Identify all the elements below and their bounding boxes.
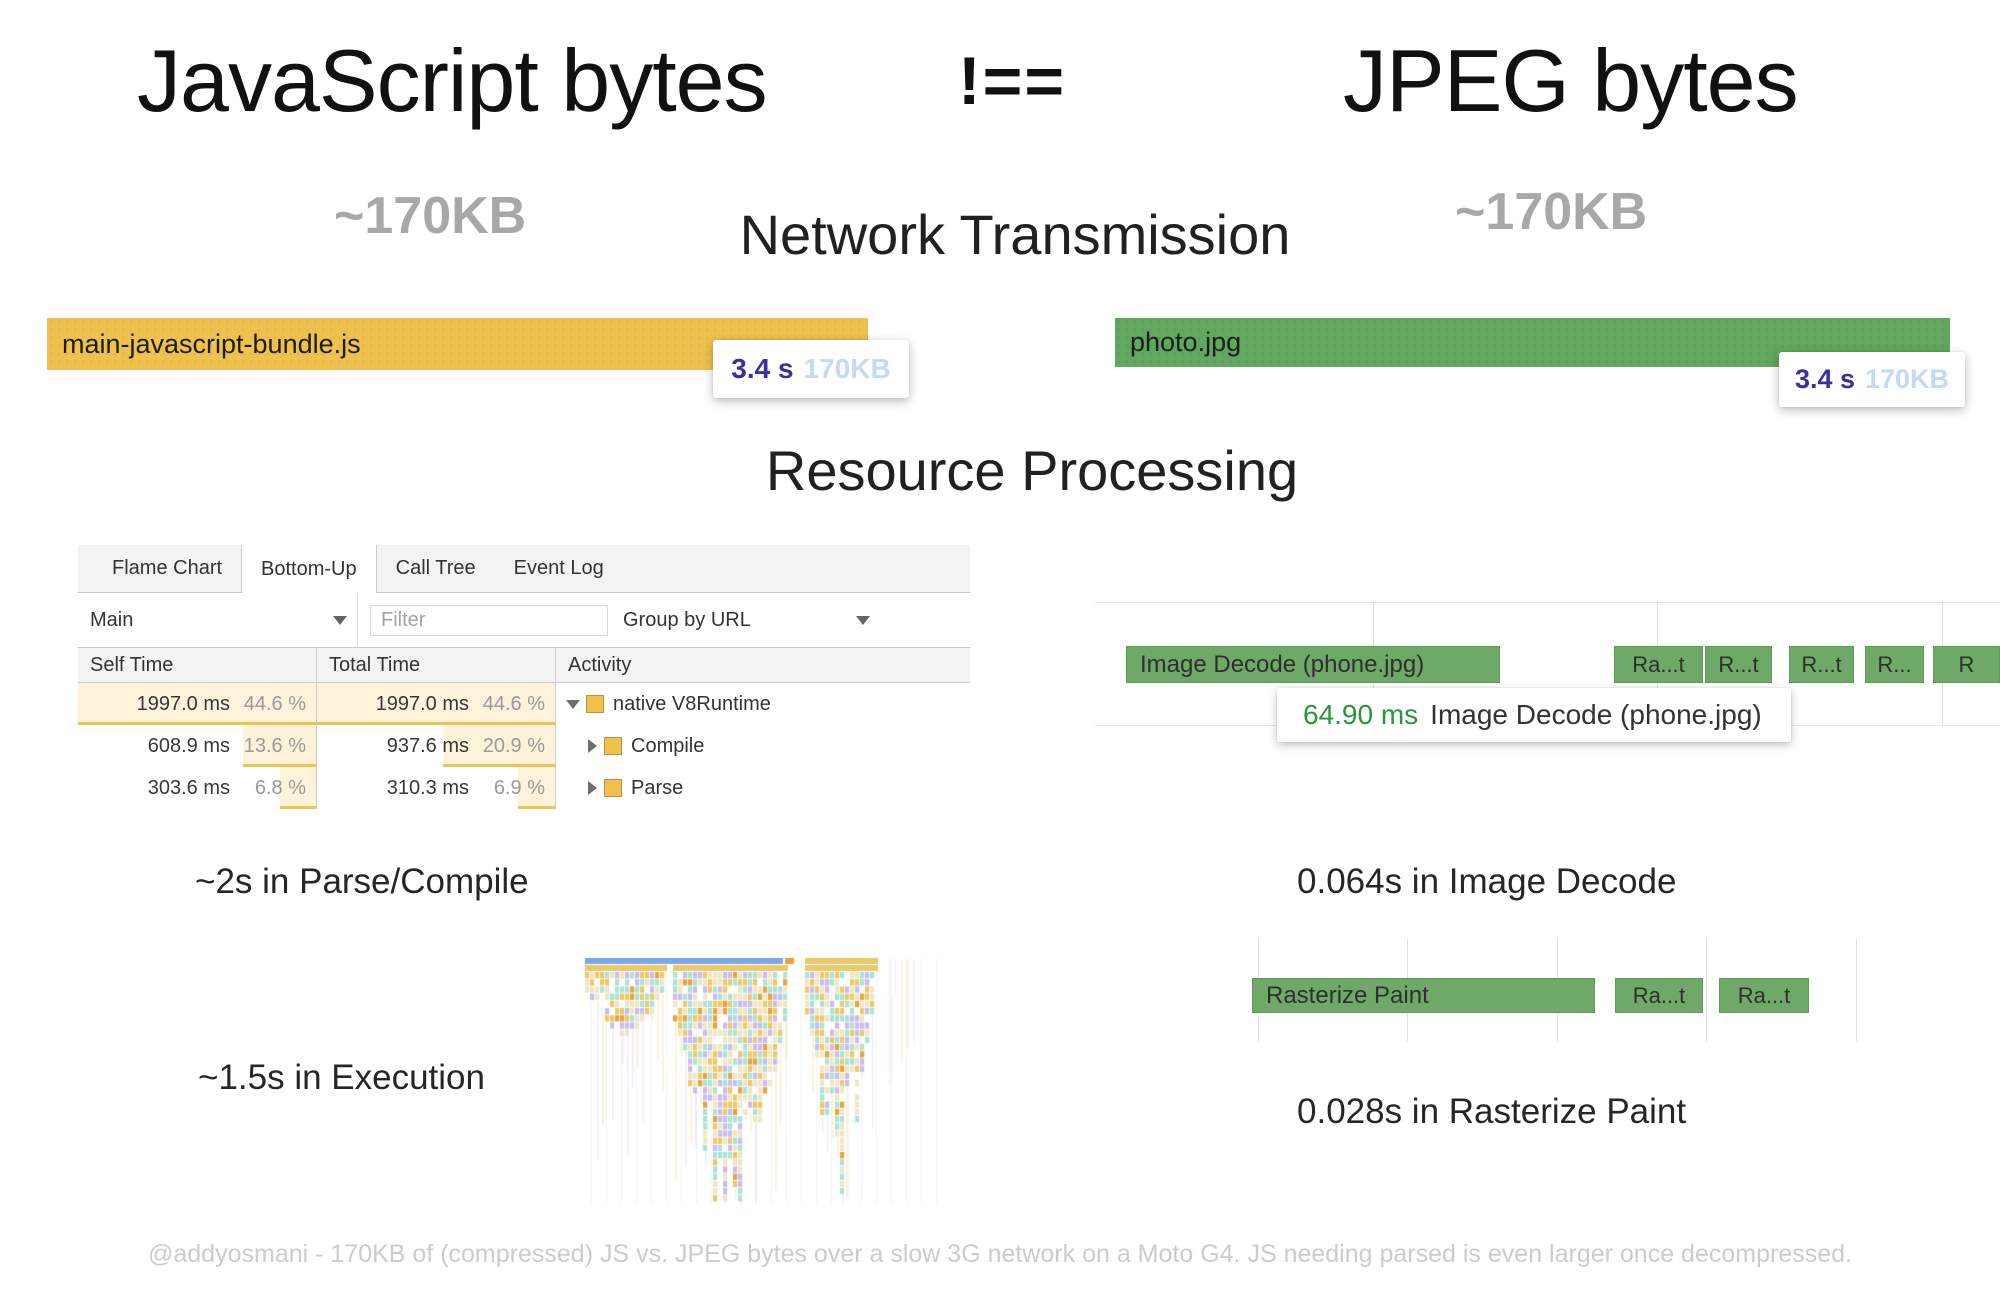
collapse-arrow-icon[interactable] [588, 781, 597, 795]
column-total-time[interactable]: Total Time [317, 648, 556, 682]
raster-task-bar[interactable]: Ra...t [1719, 978, 1809, 1013]
parse-compile-caption: ~2s in Parse/Compile [195, 862, 529, 902]
jpeg-tooltip-size: 170KB [1865, 364, 1949, 395]
raster-task-bar[interactable]: Ra...t [1614, 646, 1703, 683]
decode-time: 64.90 ms [1303, 699, 1418, 731]
activity-cell: native V8Runtime [556, 683, 970, 725]
jpeg-bytes-title: JPEG bytes [1343, 30, 1798, 132]
tab-flame-chart[interactable]: Flame Chart [93, 545, 241, 592]
table-row[interactable]: 608.9 ms 13.6 % 937.6 ms 20.9 % Compile [78, 725, 970, 767]
filter-input[interactable] [370, 605, 608, 636]
execution-caption: ~1.5s in Execution [198, 1058, 485, 1098]
raster-task-bar[interactable]: R...t [1789, 646, 1854, 683]
table-row[interactable]: 303.6 ms 6.8 % 310.3 ms 6.9 % Parse [78, 767, 970, 809]
timeline-gridline [1095, 602, 2000, 603]
timeline-gridline [1856, 938, 1857, 1042]
rasterize-paint-bar[interactable]: Rasterize Paint [1252, 978, 1595, 1013]
decode-label: Image Decode (phone.jpg) [1430, 699, 1762, 731]
expand-arrow-icon[interactable] [566, 700, 580, 709]
devtools-toolbar: Main Group by URL [78, 593, 970, 648]
js-tooltip-size: 170KB [804, 353, 891, 385]
raster-task-bar[interactable]: R...t [1705, 646, 1772, 683]
table-header: Self Time Total Time Activity [78, 648, 970, 683]
tab-bottom-up[interactable]: Bottom-Up [241, 545, 377, 593]
jpeg-network-tooltip: 3.4 s 170KB [1779, 352, 1965, 407]
activity-cell: Parse [556, 767, 970, 809]
timeline-gridline [1706, 938, 1707, 1042]
collapse-arrow-icon[interactable] [588, 739, 597, 753]
not-equal-operator: !== [958, 42, 1066, 120]
js-size-label: ~170KB [334, 186, 526, 246]
scripting-color-swatch-icon [604, 779, 622, 797]
rasterize-caption: 0.028s in Rasterize Paint [1297, 1092, 1686, 1132]
toolbar-divider [357, 594, 358, 646]
thread-select-value: Main [90, 609, 133, 632]
devtools-panel: Flame Chart Bottom-Up Call Tree Event Lo… [78, 545, 970, 810]
image-decode-caption: 0.064s in Image Decode [1297, 862, 1676, 902]
scripting-color-swatch-icon [604, 737, 622, 755]
jpeg-tooltip-time: 3.4 s [1795, 364, 1855, 395]
self-time-cell: 608.9 ms 13.6 % [78, 725, 317, 767]
chevron-down-icon[interactable] [856, 616, 870, 625]
image-decode-tooltip: 64.90 ms Image Decode (phone.jpg) [1277, 688, 1791, 742]
raster-task-bar[interactable]: R [1933, 646, 2000, 683]
jpeg-size-label: ~170KB [1455, 182, 1647, 242]
slide: JavaScript bytes !== JPEG bytes ~170KB ~… [0, 0, 2000, 1293]
thread-select[interactable]: Main [78, 609, 357, 632]
image-decode-bar[interactable]: Image Decode (phone.jpg) [1126, 646, 1500, 683]
resource-processing-heading: Resource Processing [766, 438, 1298, 503]
tab-event-log[interactable]: Event Log [495, 545, 623, 592]
attribution-footer: @addyosmani - 170KB of (compressed) JS v… [0, 1240, 2000, 1269]
activity-label: native V8Runtime [613, 693, 771, 716]
activity-label: Parse [631, 777, 683, 800]
network-transmission-heading: Network Transmission [740, 202, 1291, 267]
activity-cell: Compile [556, 725, 970, 767]
chevron-down-icon [333, 616, 347, 625]
js-tooltip-time: 3.4 s [731, 353, 793, 385]
scripting-color-swatch-icon [586, 695, 604, 713]
raster-task-bar[interactable]: R... [1865, 646, 1924, 683]
table-row[interactable]: 1997.0 ms 44.6 % 1997.0 ms 44.6 % native… [78, 683, 970, 725]
total-time-cell: 310.3 ms 6.9 % [317, 767, 556, 809]
js-network-tooltip: 3.4 s 170KB [713, 340, 909, 398]
activity-label: Compile [631, 735, 704, 758]
group-by-select[interactable]: Group by URL [623, 593, 751, 648]
devtools-tab-bar: Flame Chart Bottom-Up Call Tree Event Lo… [78, 545, 970, 593]
self-time-cell: 1997.0 ms 44.6 % [78, 683, 317, 725]
column-self-time[interactable]: Self Time [78, 648, 317, 682]
total-time-cell: 1997.0 ms 44.6 % [317, 683, 556, 725]
javascript-bytes-title: JavaScript bytes [137, 30, 767, 132]
tab-call-tree[interactable]: Call Tree [377, 545, 495, 592]
column-activity[interactable]: Activity [556, 648, 970, 682]
raster-task-bar[interactable]: Ra...t [1615, 978, 1703, 1013]
total-time-cell: 937.6 ms 20.9 % [317, 725, 556, 767]
self-time-cell: 303.6 ms 6.8 % [78, 767, 317, 809]
group-by-value: Group by URL [623, 609, 751, 632]
flame-chart-thumbnail [583, 958, 950, 1205]
